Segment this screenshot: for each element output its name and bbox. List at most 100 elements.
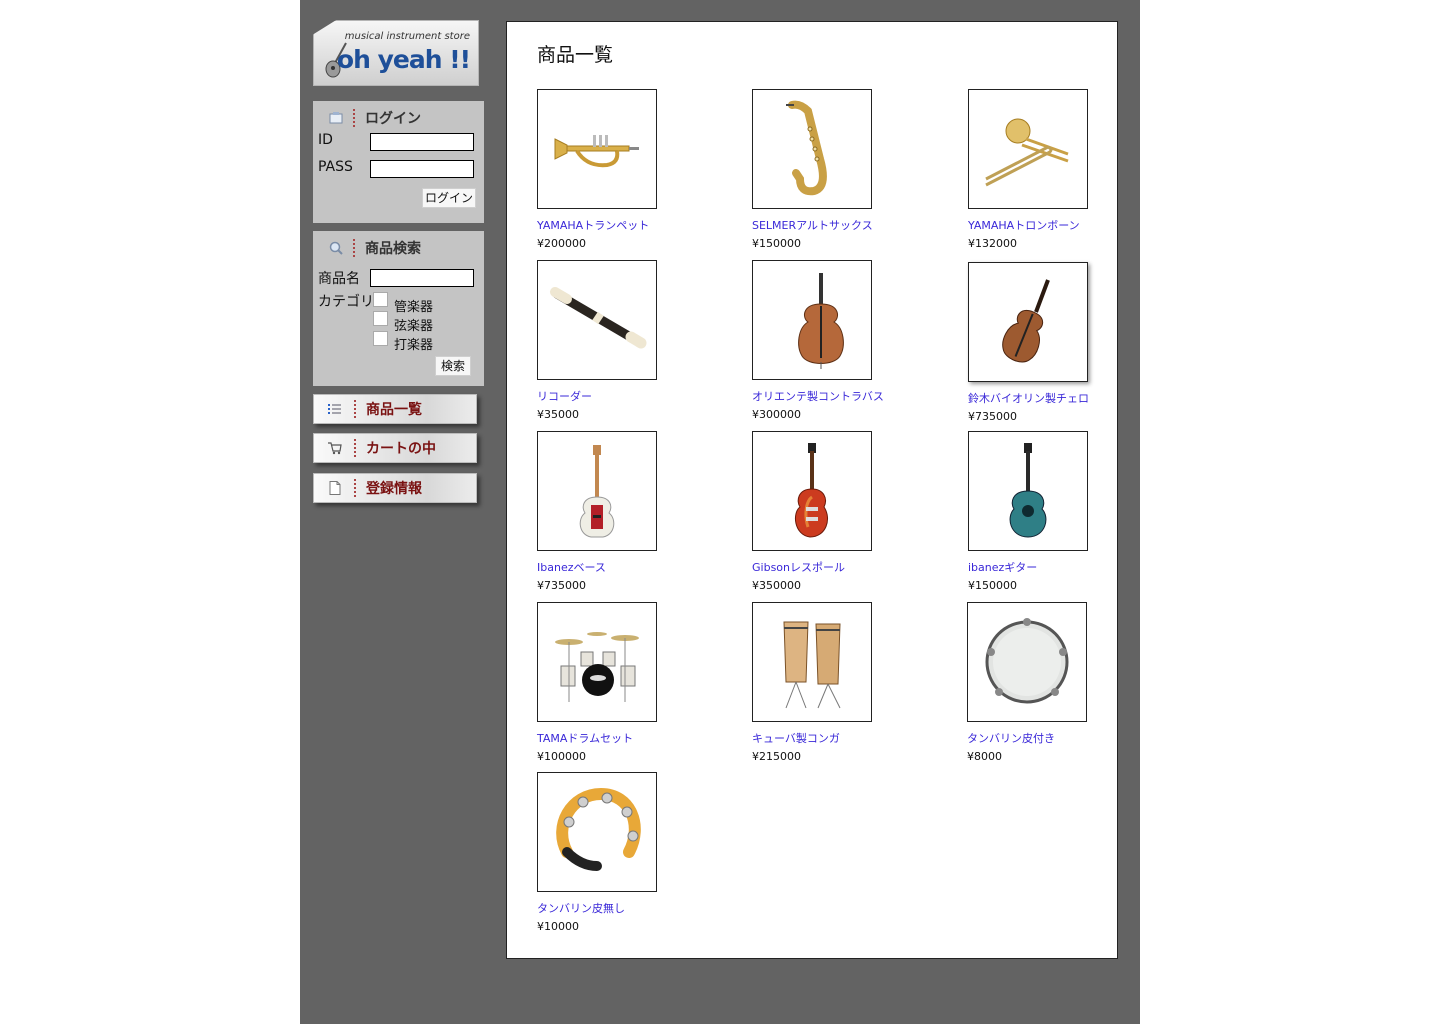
product-price: ¥8000: [967, 750, 1002, 763]
product-card: タンバリン皮無し ¥10000: [537, 772, 737, 933]
contrabass-icon: [798, 273, 844, 369]
header-separator: [353, 109, 355, 127]
logo-brand: oh yeah !!: [336, 45, 471, 74]
category-label: カテゴリ: [318, 294, 374, 310]
nav-product-list[interactable]: 商品一覧: [313, 394, 477, 424]
nav-label: 商品一覧: [366, 402, 422, 418]
nav-separator: [354, 400, 356, 418]
page-title: 商品一覧: [537, 44, 614, 66]
cart-icon: [328, 442, 342, 455]
tambourine-icon: [985, 618, 1069, 704]
product-image[interactable]: [967, 602, 1087, 722]
login-icon: [329, 112, 343, 124]
search-title: 商品検索: [365, 241, 421, 257]
product-name-link[interactable]: オリエンテ製コントラバス: [752, 388, 884, 404]
product-name-link[interactable]: YAMAHAトロンボーン: [968, 217, 1080, 233]
product-price: ¥200000: [537, 237, 586, 250]
product-list-panel: 商品一覧 YAMAHAトランペット ¥200000 SELMERアルトサックス …: [506, 21, 1118, 959]
trombone-icon: [985, 118, 1069, 187]
product-price: ¥215000: [752, 750, 801, 763]
product-card: オリエンテ製コントラバス ¥300000: [752, 260, 952, 421]
pass-label: PASS: [318, 159, 353, 175]
id-label: ID: [318, 132, 333, 148]
product-image[interactable]: [968, 431, 1088, 551]
product-image[interactable]: [537, 89, 657, 209]
nav-separator: [354, 439, 356, 457]
list-icon: [328, 404, 341, 414]
product-image[interactable]: [752, 260, 872, 380]
product-image[interactable]: [968, 89, 1088, 209]
product-card: タンバリン皮付き ¥8000: [967, 602, 1167, 763]
saxophone-icon: [786, 100, 827, 196]
id-input[interactable]: [370, 133, 474, 151]
product-card: リコーダー ¥35000: [537, 260, 737, 421]
product-name-link[interactable]: YAMAHAトランペット: [537, 217, 649, 233]
document-icon: [329, 481, 341, 495]
product-price: ¥735000: [537, 579, 586, 592]
product-card: YAMAHAトランペット ¥200000: [537, 89, 737, 250]
category-percussion-label: 打楽器: [394, 338, 434, 353]
category-wind-label: 管楽器: [394, 300, 434, 315]
product-price: ¥150000: [752, 237, 801, 250]
category-checkbox-wind[interactable]: [373, 292, 388, 307]
cello-icon: [1002, 279, 1050, 363]
product-image[interactable]: [752, 602, 872, 722]
product-name-link[interactable]: Gibsonレスポール: [752, 559, 845, 575]
header-separator: [353, 239, 355, 257]
product-image[interactable]: [968, 262, 1088, 382]
product-price: ¥350000: [752, 579, 801, 592]
product-card: 鈴木バイオリン製チェロ ¥735000: [968, 262, 1168, 423]
store-logo[interactable]: musical instrument store oh yeah !!: [313, 20, 479, 86]
product-price: ¥150000: [968, 579, 1017, 592]
login-button[interactable]: ログイン: [422, 188, 476, 208]
product-image[interactable]: [752, 431, 872, 551]
product-name-link[interactable]: 鈴木バイオリン製チェロ: [968, 390, 1089, 406]
acoustic-guitar-icon: [1009, 443, 1047, 538]
product-image[interactable]: [537, 772, 657, 892]
product-price: ¥300000: [752, 408, 801, 421]
conga-icon: [783, 621, 841, 709]
category-checkbox-percussion[interactable]: [373, 331, 388, 346]
product-name-link[interactable]: タンバリン皮付き: [967, 730, 1055, 746]
product-card: Gibsonレスポール ¥350000: [752, 431, 952, 592]
search-header: 商品検索: [329, 237, 421, 259]
product-name-link[interactable]: キューバ製コンガ: [752, 730, 840, 746]
product-image[interactable]: [752, 89, 872, 209]
les-paul-icon: [794, 443, 828, 538]
product-price: ¥735000: [968, 410, 1017, 423]
bass-guitar-icon: [579, 445, 615, 538]
category-string-label: 弦楽器: [394, 319, 434, 334]
product-name-input[interactable]: [370, 269, 474, 287]
product-image[interactable]: [537, 260, 657, 380]
search-panel: 商品検索 商品名 カテゴリ 管楽器 弦楽器 打楽器 検索: [313, 231, 484, 386]
product-card: Ibanezベース ¥735000: [537, 431, 737, 592]
login-panel: ログイン ID PASS ログイン: [313, 101, 484, 223]
tambourine-ring-icon: [556, 787, 641, 871]
drum-set-icon: [555, 632, 639, 702]
product-price: ¥132000: [968, 237, 1017, 250]
product-card: ibanezギター ¥150000: [968, 431, 1168, 592]
product-card: YAMAHAトロンボーン ¥132000: [968, 89, 1168, 250]
product-name-link[interactable]: Ibanezベース: [537, 559, 606, 575]
trumpet-icon: [554, 135, 639, 168]
product-name-link[interactable]: リコーダー: [537, 388, 592, 404]
product-image[interactable]: [537, 431, 657, 551]
product-price: ¥100000: [537, 750, 586, 763]
nav-separator: [354, 479, 356, 497]
product-card: SELMERアルトサックス ¥150000: [752, 89, 952, 250]
category-checkbox-string[interactable]: [373, 311, 388, 326]
page-frame: musical instrument store oh yeah !! ログイン…: [300, 0, 1140, 1024]
product-card: キューバ製コンガ ¥215000: [752, 602, 952, 763]
product-price: ¥35000: [537, 408, 579, 421]
product-name-link[interactable]: SELMERアルトサックス: [752, 217, 873, 233]
nav-label: カートの中: [366, 441, 436, 457]
magnifier-icon: [329, 241, 343, 255]
nav-cart[interactable]: カートの中: [313, 433, 477, 463]
pass-input[interactable]: [370, 160, 474, 178]
product-name-link[interactable]: TAMAドラムセット: [537, 730, 633, 746]
search-button[interactable]: 検索: [435, 356, 471, 376]
product-image[interactable]: [537, 602, 657, 722]
product-name-link[interactable]: タンバリン皮無し: [537, 900, 625, 916]
product-name-link[interactable]: ibanezギター: [968, 559, 1037, 575]
nav-registration[interactable]: 登録情報: [313, 473, 477, 503]
